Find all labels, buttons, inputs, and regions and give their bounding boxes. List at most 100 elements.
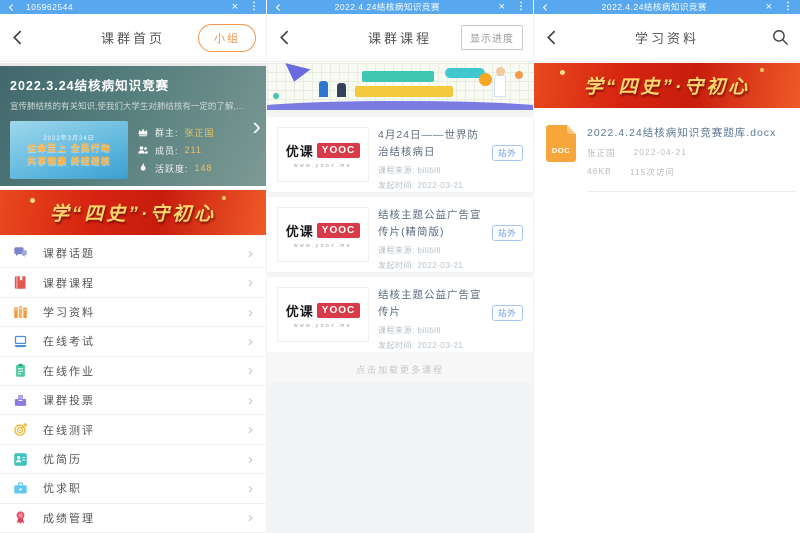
course-start-time: 发起时间: 2022-03-21 (378, 260, 523, 271)
course-thumbnail: 优课 YOOC www.yooc.me (277, 207, 369, 262)
menu-label: 在线考试 (43, 333, 248, 349)
menu-item-votes[interactable]: 课群投票 › (0, 386, 266, 415)
yooc-logo-cn: 优课 (286, 301, 314, 320)
yooc-logo-cn: 优课 (286, 141, 314, 160)
group-info-card[interactable]: 2022.3.24结核病知识竞赛 宣传肺结核的有关知识,使我们大学生对肺结核有一… (0, 66, 266, 186)
menu-item-materials[interactable]: 学习资料 › (0, 298, 266, 327)
more-icon[interactable]: ⋮ (512, 2, 526, 12)
menu-label: 成绩管理 (43, 510, 248, 526)
search-icon[interactable] (771, 28, 790, 47)
course-source: 课程来源: bilibili (378, 325, 523, 336)
statusbar-title: 2022.4.24结核病知识竞赛 (283, 1, 492, 13)
yooc-logo-url: www.yooc.me (294, 163, 352, 169)
yooc-logo-cn: 优课 (286, 221, 314, 240)
stat-activity: 活跃度: 148 (137, 162, 215, 175)
home-menu: 课群话题 › 课群课程 › 学习资料 › 在线考试 › 在线作业 › 课群投票 … (0, 239, 266, 533)
file-visits: 115次访问 (630, 166, 675, 178)
external-badge: 站外 (492, 225, 523, 241)
campaign-banner[interactable]: 学“四史”·守初心 (0, 190, 266, 235)
campaign-banner[interactable]: 学“四史”·守初心 (534, 63, 800, 108)
more-icon[interactable]: ⋮ (779, 2, 793, 12)
close-icon[interactable]: × (492, 2, 512, 13)
show-progress-button[interactable]: 显示进度 (461, 25, 523, 50)
banner-text: 学“四史”·守初心 (50, 199, 216, 226)
statusbar-title: 105962544 (16, 2, 225, 12)
statusbar: 2022.4.24结核病知识竞赛 × ⋮ (534, 0, 800, 14)
load-more-button[interactable]: 点击加载更多课程 (267, 353, 533, 382)
course-start-time: 发起时间: 2022-03-21 (378, 180, 523, 191)
doc-type-label: DOC (552, 146, 570, 155)
menu-label: 课群课程 (43, 275, 248, 291)
stat-label: 成员: (155, 144, 179, 157)
files-icon (13, 305, 28, 320)
stat-label: 活跃度: (155, 162, 189, 175)
divider (587, 191, 796, 192)
chevron-right-icon: › (248, 275, 253, 290)
chevron-right-icon: › (248, 363, 253, 378)
menu-item-homework[interactable]: 在线作业 › (0, 357, 266, 386)
file-row[interactable]: DOC 2022.4.24结核病知识竞赛题库.docx 张正国 2022-04-… (534, 110, 800, 189)
external-badge: 站外 (492, 305, 523, 321)
laptop-icon (13, 334, 28, 349)
yooc-logo-url: www.yooc.me (294, 323, 352, 329)
back-icon[interactable] (7, 3, 16, 12)
yooc-logo-en: YOOC (317, 223, 360, 238)
stat-value: 211 (185, 145, 202, 155)
back-arrow-icon[interactable] (277, 29, 294, 46)
yooc-logo-en: YOOC (317, 143, 360, 158)
chevron-right-icon: › (248, 510, 253, 525)
page-header: 学习资料 (534, 14, 800, 62)
menu-item-jobs[interactable]: 优求职 › (0, 474, 266, 503)
page-title: 学习资料 (635, 28, 699, 47)
more-icon[interactable]: ⋮ (245, 2, 259, 12)
menu-item-courses[interactable]: 课群课程 › (0, 268, 266, 297)
crown-icon (137, 126, 149, 138)
chevron-right-icon: › (248, 246, 253, 261)
back-icon[interactable] (541, 3, 550, 12)
banner-person-figure (337, 83, 346, 97)
banner-person-figure (496, 67, 505, 76)
stat-value: 148 (195, 163, 213, 173)
menu-item-grades[interactable]: 成绩管理 › (0, 504, 266, 533)
banner-decoration (760, 68, 764, 72)
close-icon[interactable]: × (759, 2, 779, 13)
cover-slogan-line1: 生命至上 全民行动 (27, 142, 111, 154)
yooc-logo-en: YOOC (317, 303, 360, 318)
course-list: 优课 YOOC www.yooc.me 4月24日——世界防治结核病日 站外 课… (267, 110, 533, 533)
menu-item-exams[interactable]: 在线考试 › (0, 327, 266, 356)
page-title: 课群课程 (368, 28, 432, 47)
back-arrow-icon[interactable] (10, 29, 27, 46)
promo-banner-illustration[interactable] (267, 63, 533, 110)
back-arrow-icon[interactable] (544, 29, 561, 46)
resume-icon (13, 452, 28, 467)
chevron-right-icon[interactable]: › (252, 113, 261, 139)
stat-label: 群主: (155, 126, 179, 139)
flame-icon (137, 162, 149, 174)
menu-item-topics[interactable]: 课群话题 › (0, 239, 266, 268)
course-card[interactable]: 优课 YOOC www.yooc.me 结核主题公益广告宣传片 站外 课程来源:… (267, 277, 533, 352)
group-button[interactable]: 小组 (198, 24, 256, 52)
briefcase-icon (13, 481, 28, 496)
back-icon[interactable] (274, 3, 283, 12)
menu-item-resume[interactable]: 优简历 › (0, 445, 266, 474)
banner-decoration (281, 63, 310, 85)
statusbar-title: 2022.4.24结核病知识竞赛 (550, 1, 759, 13)
cover-date: 2022年3月24日 (43, 133, 94, 142)
statusbar: 105962544 × ⋮ (0, 0, 266, 14)
banner-text-chip (362, 71, 434, 82)
chevron-right-icon: › (248, 452, 253, 467)
banner-decoration (222, 196, 226, 200)
page-header: 课群首页 小组 (0, 14, 266, 62)
banner-decoration (560, 70, 565, 75)
course-card[interactable]: 优课 YOOC www.yooc.me 4月24日——世界防治结核病日 站外 课… (267, 117, 533, 192)
course-card[interactable]: 优课 YOOC www.yooc.me 结核主题公益广告宣传片(精简版) 站外 … (267, 197, 533, 272)
stat-members: 成员: 211 (137, 144, 215, 157)
target-icon (13, 422, 28, 437)
menu-label: 课群投票 (43, 392, 248, 408)
stat-value: 张正国 (185, 126, 215, 139)
chevron-right-icon: › (248, 305, 253, 320)
menu-item-assessment[interactable]: 在线测评 › (0, 415, 266, 444)
banner-decoration (273, 93, 279, 99)
chat-bubbles-icon (13, 246, 28, 261)
close-icon[interactable]: × (225, 2, 245, 13)
